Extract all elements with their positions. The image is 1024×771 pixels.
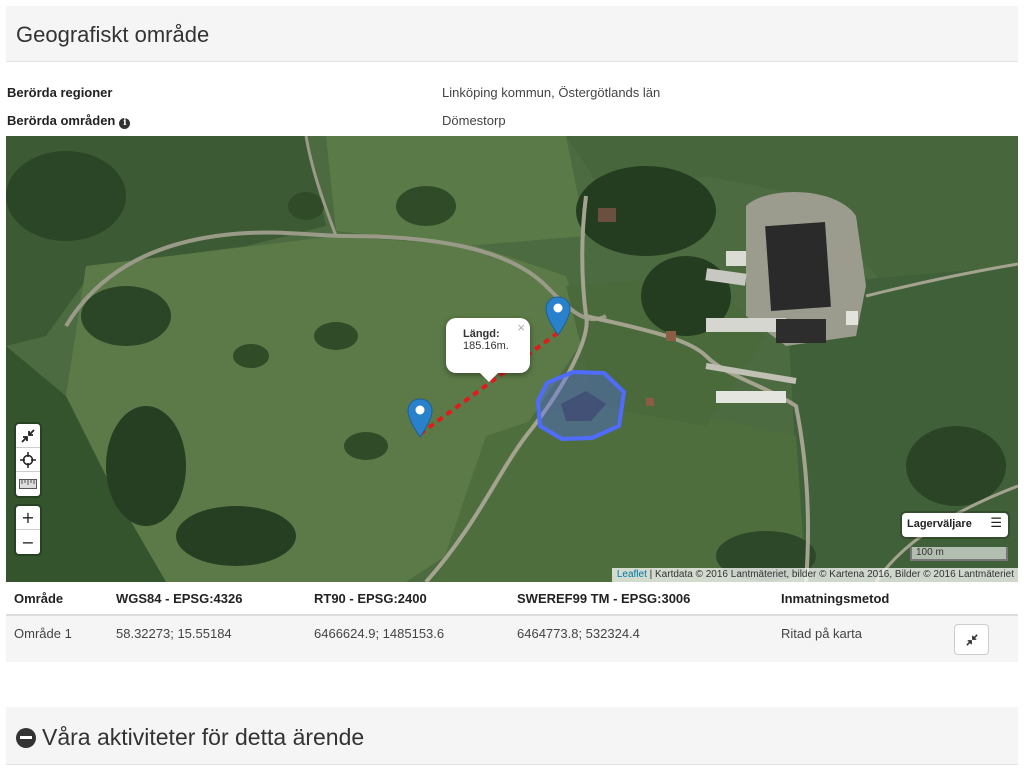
- regions-row: Berörda regioner Linköping kommun, Öster…: [7, 82, 1017, 104]
- ruler-icon[interactable]: [16, 472, 40, 496]
- cell-sweref: 6464773.8; 532324.4: [517, 626, 640, 641]
- col-header-method: Inmatningsmetod: [781, 591, 890, 606]
- cell-method: Ritad på karta: [781, 626, 862, 641]
- map-view[interactable]: × Längd: 185.16m. + − Lagerväljare ☰ 100…: [6, 136, 1018, 582]
- areas-value: Dömestorp: [442, 113, 506, 128]
- areas-label-wrap: Berörda områden i: [7, 113, 131, 129]
- areas-row: Berörda områden i Dömestorp: [7, 110, 1017, 132]
- col-header-area: Område: [14, 591, 64, 606]
- popup-value: 185.16m.: [463, 340, 509, 352]
- col-header-rt90: RT90 - EPSG:2400: [314, 591, 427, 606]
- length-popup: × Längd: 185.16m.: [446, 318, 530, 382]
- collapse-icon[interactable]: [16, 424, 40, 448]
- zoom-to-area-button[interactable]: [954, 624, 989, 655]
- table-header-row: Område WGS84 - EPSG:4326 RT90 - EPSG:240…: [6, 582, 1018, 616]
- crosshair-icon[interactable]: [16, 448, 40, 472]
- minus-circle-icon[interactable]: [16, 727, 36, 748]
- col-header-sweref: SWEREF99 TM - EPSG:3006: [517, 591, 691, 606]
- collapse-icon: [965, 633, 978, 646]
- map-marker-icon[interactable]: [545, 296, 571, 336]
- areas-label: Berörda områden: [7, 113, 116, 128]
- zoom-out-button[interactable]: −: [16, 530, 40, 554]
- regions-label: Berörda regioner: [7, 85, 113, 100]
- close-icon[interactable]: ×: [517, 320, 525, 335]
- layer-chooser-label: Lagerväljare: [907, 518, 972, 530]
- coordinates-table: Område WGS84 - EPSG:4326 RT90 - EPSG:240…: [6, 582, 1018, 662]
- zoom-controls: + −: [16, 506, 40, 554]
- table-row: Område 1 58.32273; 15.55184 6466624.9; 1…: [6, 616, 1018, 662]
- activities-section-title-wrap: Våra aktiviteter för detta ärende: [16, 724, 364, 751]
- geo-section-header: Geografiskt område: [6, 6, 1018, 62]
- zoom-in-button[interactable]: +: [16, 506, 40, 530]
- map-marker-icon[interactable]: [407, 398, 433, 438]
- activities-section-title: Våra aktiviteter för detta ärende: [42, 724, 365, 750]
- cell-wgs84: 58.32273; 15.55184: [116, 626, 232, 641]
- cell-area: Område 1: [14, 626, 72, 641]
- attribution-text: | Kartdata © 2016 Lantmäteriet, bilder ©…: [646, 569, 1014, 580]
- activities-section-header[interactable]: Våra aktiviteter för detta ärende: [6, 707, 1018, 765]
- info-icon[interactable]: i: [119, 118, 131, 129]
- layer-chooser-button[interactable]: Lagerväljare ☰: [902, 513, 1008, 537]
- cell-rt90: 6466624.9; 1485153.6: [314, 626, 445, 641]
- geo-section-title: Geografiskt område: [16, 22, 210, 47]
- scale-bar: 100 m: [910, 547, 1008, 561]
- regions-value: Linköping kommun, Östergötlands län: [442, 85, 661, 100]
- menu-icon: ☰: [990, 516, 1002, 531]
- map-attribution: Leaflet | Kartdata © 2016 Lantmäteriet, …: [611, 568, 1018, 582]
- col-header-wgs84: WGS84 - EPSG:4326: [116, 591, 243, 606]
- leaflet-link[interactable]: Leaflet: [617, 569, 647, 580]
- map-tool-controls: [16, 424, 40, 496]
